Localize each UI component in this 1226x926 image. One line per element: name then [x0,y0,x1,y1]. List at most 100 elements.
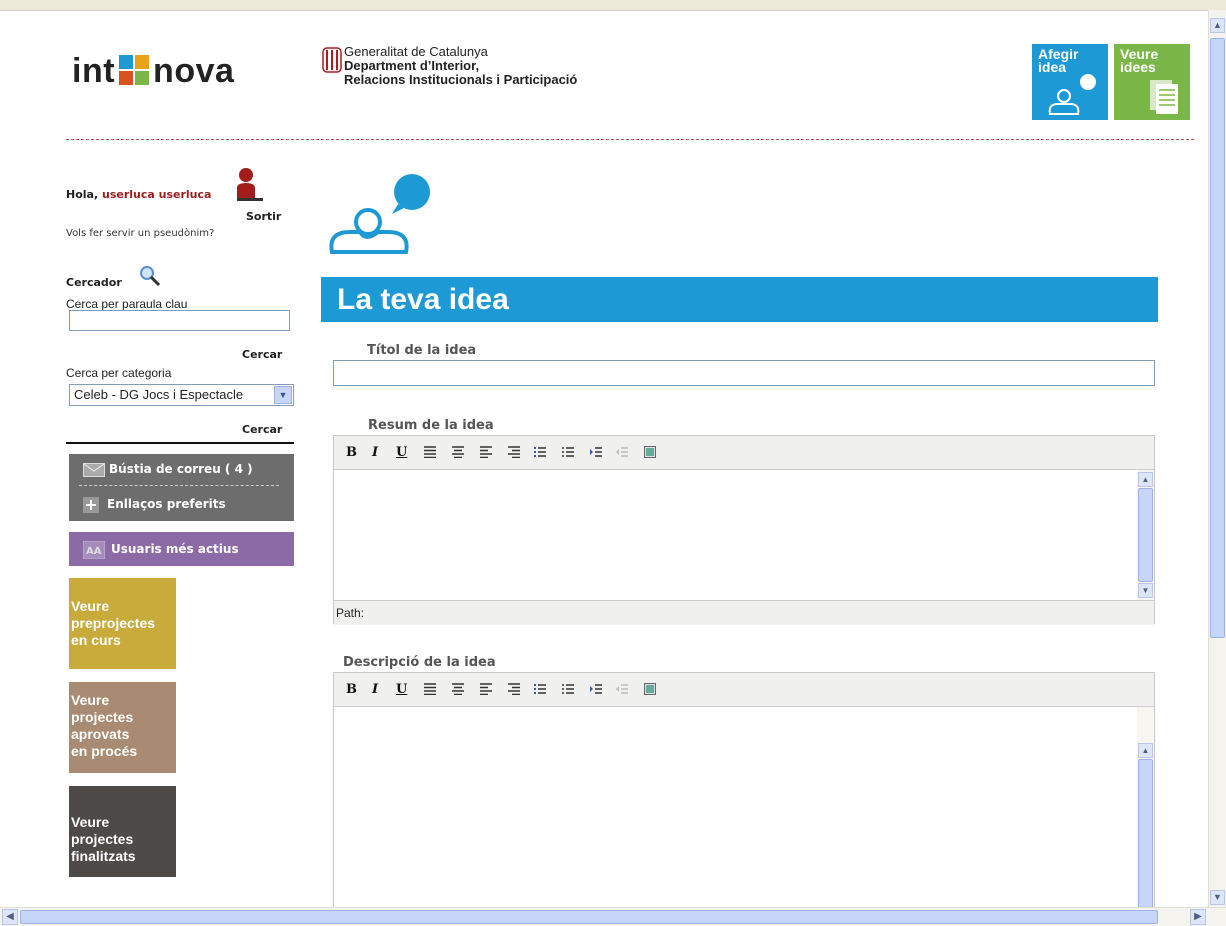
scroll-up-icon[interactable]: ▲ [1138,472,1153,487]
finished-line2: projectes [71,831,134,847]
view-ideas-button[interactable]: Veure idees [1114,44,1190,120]
scroll-thumb[interactable] [1138,759,1153,909]
scroll-down-icon[interactable]: ▼ [1210,890,1225,905]
idea-person-icon [329,174,430,254]
keyword-search-button[interactable]: Cercar [242,348,282,361]
scroll-down-icon[interactable]: ▼ [1138,583,1153,598]
logo-text-left: int [72,52,116,90]
page-scroll-thumb[interactable] [1210,38,1225,638]
summary-scrollbar[interactable]: ▲ ▼ [1137,470,1154,600]
keyword-label: Cerca per paraula clau [66,297,188,311]
scroll-left-icon[interactable]: ◀ [2,909,18,925]
description-editor: B I U ▲ [333,672,1155,909]
page-title: La teva idea [321,277,1158,322]
scroll-up-icon[interactable]: ▲ [1210,18,1225,33]
bullet-list-icon[interactable] [562,683,574,695]
approved-line2: projectes [71,709,134,725]
approved-line4: en procés [71,743,138,759]
summary-editor: B I U ▲ ▼ Path: [333,435,1155,625]
align-center-icon[interactable] [452,446,464,458]
gencat-line2: Department d’Interior, [344,58,480,73]
keyword-search-input[interactable] [69,310,290,331]
mailbox-label: Bústia de correu ( 4 ) [109,462,253,476]
indent-icon[interactable] [590,683,602,695]
active-users-link[interactable]: AA Usuaris més actius [69,532,294,566]
description-scrollbar[interactable]: ▲ [1137,707,1154,909]
add-idea-line2: idea [1038,59,1067,75]
favorites-link[interactable]: Enllaços preferits [83,495,226,513]
username-link[interactable]: userluca userluca [102,188,211,201]
description-text-area[interactable]: ▲ [334,707,1154,909]
align-center-icon[interactable] [452,683,464,695]
underline-button[interactable]: U [396,682,407,697]
preprojects-line1: Veure [71,598,110,614]
search-icon [140,266,161,287]
horizontal-scroll-thumb[interactable] [20,910,1158,924]
summary-path-bar: Path: [334,600,1154,625]
page-vertical-scrollbar[interactable]: ▲ ▼ [1208,10,1226,907]
align-justify-icon[interactable] [424,683,436,695]
italic-button[interactable]: I [372,682,378,697]
chevron-down-icon[interactable]: ▼ [274,386,292,404]
user-links-box: Bústia de correu ( 4 ) Enllaços preferit… [69,454,294,521]
greeting: Hola, userluca userluca [66,188,211,201]
indent-icon[interactable] [590,446,602,458]
category-selected-value: Celeb - DG Jocs i Espectacle [74,387,244,402]
preprojects-line3: en curs [71,632,121,648]
idea-title-input[interactable] [333,360,1155,386]
category-select[interactable]: Celeb - DG Jocs i Espectacle ▼ [69,384,294,406]
approved-line3: aprovats [71,726,130,742]
preprojects-line2: preprojectes [71,615,156,631]
scroll-thumb[interactable] [1138,488,1153,582]
logout-link[interactable]: Sortir [246,210,281,223]
approved-line1: Veure [71,692,110,708]
category-search-button[interactable]: Cercar [242,423,282,436]
title-label: Títol de la idea [367,343,477,358]
users-icon: AA [82,540,106,559]
view-preprojects-button[interactable]: Veure preprojectes en curs [69,578,176,669]
active-users-label: Usuaris més actius [111,542,239,556]
scroll-up-icon[interactable]: ▲ [1138,743,1153,758]
documents-icon [1150,80,1178,114]
favorites-label: Enllaços preferits [107,497,226,511]
links-separator [79,485,279,486]
ordered-list-icon[interactable] [534,683,546,695]
italic-button[interactable]: I [372,445,378,460]
add-idea-button[interactable]: Afegir idea [1032,44,1108,120]
align-left-icon[interactable] [480,446,492,458]
window-top-border [0,0,1226,11]
envelope-icon [83,462,105,477]
bold-button[interactable]: B [346,682,357,697]
outdent-icon [616,447,628,457]
image-icon[interactable] [644,683,656,695]
intnova-logo[interactable]: int nova [72,52,234,91]
bold-button[interactable]: B [346,445,357,460]
gencat-header: Generalitat de Catalunya Department d’In… [322,45,577,87]
view-finished-projects-button[interactable]: Veure projectes finalitzats [69,786,176,877]
mailbox-link[interactable]: Bústia de correu ( 4 ) [83,460,253,478]
plus-icon [83,496,99,513]
align-left-icon[interactable] [480,683,492,695]
image-icon[interactable] [644,446,656,458]
gencat-emblem-icon [322,47,342,73]
page-horizontal-scrollbar[interactable]: ◀ ▶ [0,907,1226,926]
sidebar-divider [66,442,294,444]
align-justify-icon[interactable] [424,446,436,458]
summary-text-area[interactable]: ▲ ▼ [334,470,1154,600]
greeting-text: Hola, [66,188,99,201]
finished-line3: finalitzats [71,848,136,864]
scroll-right-icon[interactable]: ▶ [1190,909,1206,925]
bullet-list-icon[interactable] [562,446,574,458]
outdent-icon [616,684,628,694]
summary-toolbar: B I U [334,436,1154,470]
view-approved-projects-button[interactable]: Veure projectes aprovats en procés [69,682,176,773]
search-title: Cercador [66,276,122,289]
pseudonym-link[interactable]: Vols fer servir un pseudònim? [66,228,214,239]
align-right-icon[interactable] [508,683,520,695]
view-ideas-line2: idees [1120,59,1156,75]
finished-line1: Veure [71,814,110,830]
align-right-icon[interactable] [508,446,520,458]
ordered-list-icon[interactable] [534,446,546,458]
user-icon [237,168,263,201]
underline-button[interactable]: U [396,445,407,460]
